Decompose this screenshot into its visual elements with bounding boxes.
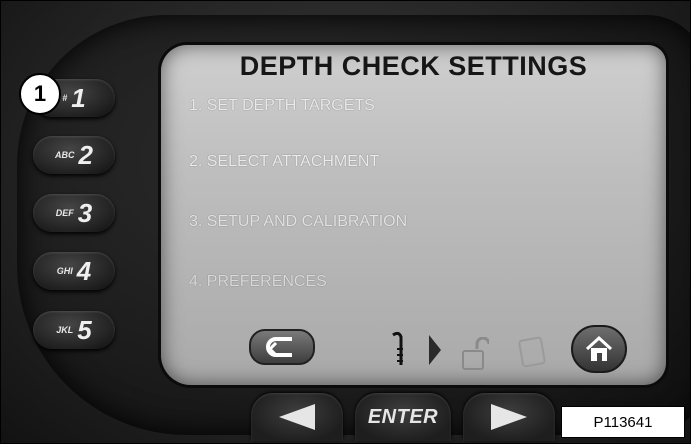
home-button[interactable] [571, 325, 627, 373]
keypad-button-2[interactable]: ABC 2 [33, 136, 115, 174]
tablet-icon[interactable] [517, 335, 549, 369]
back-icon [266, 337, 292, 357]
menu-item-preferences[interactable]: 4. PREFERENCES [189, 273, 327, 291]
keypad-button-5[interactable]: JKL 5 [33, 311, 115, 349]
depth-probe-icon [392, 331, 403, 365]
keypad-button-4[interactable]: GHI 4 [33, 252, 115, 290]
menu-item-set-depth-targets[interactable]: 1. SET DEPTH TARGETS [189, 97, 375, 115]
arrow-right-icon [491, 404, 527, 430]
unlock-icon[interactable] [461, 337, 489, 371]
enter-button[interactable]: ENTER [355, 393, 451, 441]
arrow-left-icon [279, 404, 315, 430]
photo-id-label: P113641 [561, 406, 685, 438]
display-screen: DEPTH CHECK SETTINGS 1. SET DEPTH TARGET… [161, 45, 666, 385]
back-button[interactable] [249, 329, 315, 365]
callout-number: 1 [19, 73, 61, 115]
home-icon [585, 335, 613, 361]
right-arrow-button[interactable] [463, 393, 555, 441]
chevron-right-icon[interactable] [427, 333, 443, 367]
page-title: DEPTH CHECK SETTINGS [239, 51, 588, 81]
left-arrow-button[interactable] [251, 393, 343, 441]
device-photo: DEPTH CHECK SETTINGS 1. SET DEPTH TARGET… [0, 0, 691, 444]
keypad-button-3[interactable]: DEF 3 [33, 194, 115, 232]
menu-item-setup-calibration[interactable]: 3. SETUP AND CALIBRATION [189, 213, 407, 231]
menu-item-select-attachment[interactable]: 2. SELECT ATTACHMENT [189, 153, 379, 171]
